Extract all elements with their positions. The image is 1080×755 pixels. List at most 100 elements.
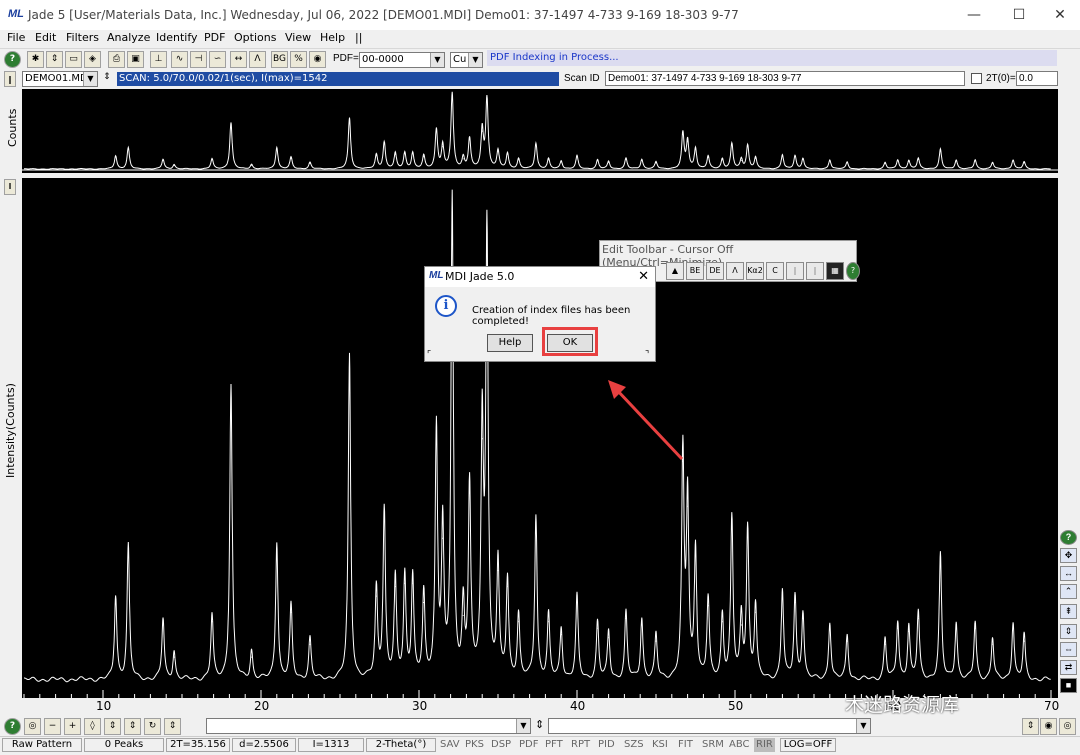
maximize-button[interactable]: ☐ xyxy=(999,4,1039,26)
layers-icon[interactable]: ◈ xyxy=(84,51,101,68)
percent-icon[interactable]: % xyxy=(290,51,307,68)
spin-icon[interactable]: ⇕ xyxy=(101,71,113,87)
minimize-button[interactable]: — xyxy=(954,4,994,26)
up-down-icon[interactable]: ⇕ xyxy=(46,51,63,68)
two-theta-checkbox[interactable] xyxy=(971,73,982,84)
close-button[interactable]: ✕ xyxy=(1040,4,1080,26)
bottom-minus-icon[interactable]: − xyxy=(44,718,61,735)
bottom-select-right[interactable]: ▼ xyxy=(548,718,871,734)
dialog-help-button[interactable]: Help xyxy=(487,334,533,352)
globe-icon[interactable]: ◉ xyxy=(309,51,326,68)
profile-fit-icon[interactable]: Λ xyxy=(249,51,266,68)
edit-be-button[interactable]: BE xyxy=(686,262,704,280)
status-ksi-button[interactable]: KSI xyxy=(652,738,668,752)
main-plot[interactable] xyxy=(22,178,1058,698)
peak-search-icon[interactable]: ⊥ xyxy=(150,51,167,68)
print-icon[interactable]: ⎙ xyxy=(108,51,125,68)
menu-options[interactable]: Options xyxy=(234,31,276,44)
side-leftright-icon[interactable]: ⇔ xyxy=(1060,642,1077,657)
menu-analyze[interactable]: Analyze xyxy=(107,31,150,44)
side-help-icon[interactable]: ? xyxy=(1060,530,1077,545)
bottom-select-left[interactable]: ▼ xyxy=(206,718,531,734)
status-rpt-button[interactable]: RPT xyxy=(571,738,590,752)
status-pks-button[interactable]: PKS xyxy=(465,738,484,752)
bottom-help-icon[interactable]: ? xyxy=(4,718,21,735)
status-pid-button[interactable]: PID xyxy=(598,738,615,752)
peak-point xyxy=(469,139,471,141)
panel-toggle-icon[interactable]: ‖ xyxy=(4,71,16,87)
side-updown-icon[interactable]: ⇕ xyxy=(1060,624,1077,639)
menu-view[interactable]: View xyxy=(285,31,311,44)
pdf-status: PDF Indexing in Process... xyxy=(487,50,1057,66)
dialog-close-button[interactable]: ✕ xyxy=(638,268,649,284)
side-stop-icon[interactable]: ■ xyxy=(1060,678,1077,693)
bottom-updown-icon[interactable]: ⇕ xyxy=(104,718,121,735)
status-abc-button[interactable]: ABC xyxy=(729,738,750,752)
save-icon[interactable]: ▣ xyxy=(127,51,144,68)
background-icon[interactable]: ⊣ xyxy=(190,51,207,68)
status-rir-button[interactable]: RIR xyxy=(754,738,775,752)
bottom-arrows-icon[interactable]: ◊ xyxy=(84,718,101,735)
strip-icon[interactable]: ∽ xyxy=(209,51,226,68)
scan-setup-icon[interactable]: ✱ xyxy=(27,51,44,68)
smooth-icon[interactable]: ∿ xyxy=(171,51,188,68)
status-dsp-button[interactable]: DSP xyxy=(491,738,511,752)
status-pdf-button[interactable]: PDF xyxy=(519,738,538,752)
bottom-stepper-icon[interactable]: ⇕ xyxy=(1022,718,1039,735)
edit-help-icon[interactable]: ? xyxy=(846,262,860,280)
bottom-refresh-icon[interactable]: ↻ xyxy=(144,718,161,735)
bottom-updown2-icon[interactable]: ⇕ xyxy=(124,718,141,735)
bottom-target-icon[interactable]: ◎ xyxy=(24,718,41,735)
bg-edit-icon[interactable]: BG xyxy=(271,51,288,68)
side-top-icon[interactable]: ⇞ xyxy=(1060,604,1077,619)
menu-identify[interactable]: Identify xyxy=(156,31,198,44)
edit-de-button[interactable]: DE xyxy=(706,262,724,280)
watermark: 木迷路资源库 xyxy=(845,694,960,716)
scan-file-select[interactable]: DEMO01.MDI ▼ xyxy=(22,71,98,87)
side-scroll-up-icon[interactable]: ⌃ xyxy=(1060,584,1077,599)
peak-icon[interactable]: ▲ xyxy=(666,262,684,280)
peak-point xyxy=(349,118,350,120)
element-select[interactable]: Cu ▼ xyxy=(450,52,483,68)
side-zoom-icon[interactable]: ✥ xyxy=(1060,548,1077,563)
profile-icon[interactable]: Λ xyxy=(726,262,744,280)
overview-plot[interactable] xyxy=(22,89,1058,173)
bottom-scroll-icon[interactable]: ⇕ xyxy=(164,718,181,735)
edit-c-button[interactable]: C xyxy=(766,262,784,280)
peak-point xyxy=(1012,160,1014,162)
scan-id-field[interactable]: Demo01: 37-1497 4-733 9-169 18-303 9-77 xyxy=(605,71,965,86)
status-bar: Raw Pattern 0 Peaks 2T=35.156 d=2.5506 I… xyxy=(0,736,1080,755)
peak-point xyxy=(115,602,117,603)
status-srm-button[interactable]: SRM xyxy=(702,738,724,752)
menu-help[interactable]: Help xyxy=(320,31,345,44)
open-folder-icon[interactable]: ▭ xyxy=(65,51,82,68)
bottom-record-icon[interactable]: ◉ xyxy=(1040,718,1057,735)
bottom-spin-icon[interactable]: ⇕ xyxy=(535,718,544,731)
peak-point xyxy=(625,618,627,620)
pdf-select[interactable]: 00-0000 ▼ xyxy=(359,52,445,68)
zoom-icon[interactable]: ↔ xyxy=(230,51,247,68)
status-fit-button[interactable]: FIT xyxy=(678,738,693,752)
menu-pin[interactable]: || xyxy=(355,31,362,44)
menu-file[interactable]: File xyxy=(7,31,25,44)
side-expand-icon[interactable]: ↔ xyxy=(1060,566,1077,581)
edit-ka2-button[interactable]: Kα2 xyxy=(746,262,764,280)
peak-point xyxy=(451,207,453,209)
grid-icon[interactable]: ▦ xyxy=(826,262,844,280)
status-sav-button[interactable]: SAV xyxy=(440,738,460,752)
bottom-target2-icon[interactable]: ◎ xyxy=(1059,718,1076,735)
status-pft-button[interactable]: PFT xyxy=(545,738,563,752)
peak-point xyxy=(695,148,696,150)
menu-edit[interactable]: Edit xyxy=(35,31,56,44)
status-log-button[interactable]: LOG=OFF xyxy=(780,738,836,752)
peak-point xyxy=(884,643,886,645)
menu-filters[interactable]: Filters xyxy=(66,31,99,44)
bottom-plus-icon[interactable]: + xyxy=(64,718,81,735)
peak-point xyxy=(755,157,756,159)
status-szs-button[interactable]: SZS xyxy=(624,738,644,752)
side-stretch-icon[interactable]: ⇄ xyxy=(1060,660,1077,675)
help-icon[interactable]: ? xyxy=(4,51,21,68)
two-theta-input[interactable]: 0.0 xyxy=(1016,71,1058,86)
menu-pdf[interactable]: PDF xyxy=(204,31,225,44)
peak-point xyxy=(535,521,537,523)
